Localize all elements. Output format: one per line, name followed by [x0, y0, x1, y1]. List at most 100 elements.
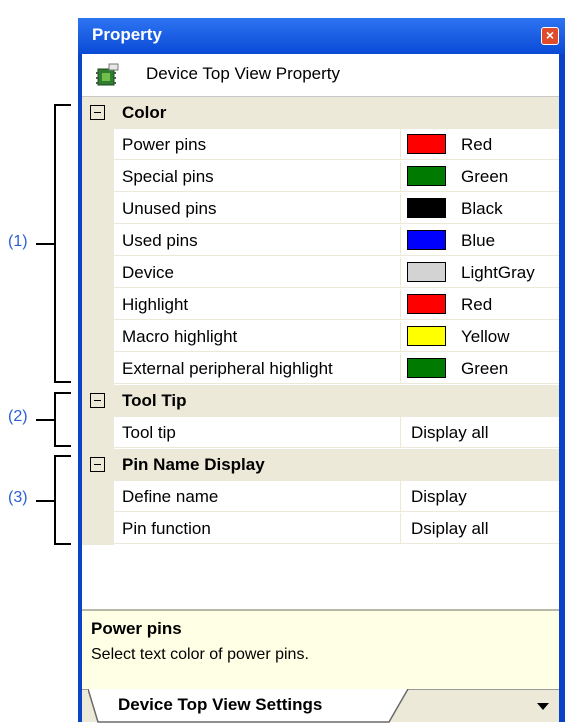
property-name: Pin function: [114, 513, 401, 544]
property-value-text: Black: [461, 199, 503, 218]
description-title: Power pins: [91, 619, 182, 638]
annotation-bracket-1: [54, 104, 56, 383]
property-value-text: Dsiplay all: [411, 519, 489, 538]
property-value[interactable]: LightGray: [401, 257, 559, 288]
property-value[interactable]: Black: [401, 193, 559, 224]
annotation-bracket-bottom-3: [54, 543, 71, 545]
row-gutter: [82, 225, 114, 257]
property-value[interactable]: Red: [401, 129, 559, 160]
row-gutter: [82, 513, 114, 545]
property-value[interactable]: Yellow: [401, 321, 559, 352]
annotation-bracket-top-1: [54, 104, 71, 106]
property-name: Unused pins: [114, 193, 401, 224]
color-swatch: [407, 262, 446, 282]
property-grid: Color Power pins Red Special pins Green: [82, 97, 559, 609]
property-value-text: Display: [411, 487, 467, 506]
property-value-text: Red: [461, 135, 493, 154]
annotation-tick-3: [36, 500, 56, 502]
property-name: External peripheral highlight: [114, 353, 401, 384]
property-row-used-pins[interactable]: Used pins Blue: [82, 225, 559, 257]
row-gutter: [82, 129, 114, 161]
window-title: Property: [92, 25, 162, 44]
category-tool-tip[interactable]: Tool Tip: [82, 385, 559, 417]
collapse-icon[interactable]: [90, 457, 105, 472]
property-row-tool-tip[interactable]: Tool tip Display all: [82, 417, 559, 449]
collapse-icon[interactable]: [90, 105, 105, 120]
property-value[interactable]: Green: [401, 161, 559, 192]
color-swatch: [407, 230, 446, 250]
property-value-text: Display all: [411, 423, 489, 442]
category-pin-name-display[interactable]: Pin Name Display: [82, 449, 559, 481]
property-row-macro-highlight[interactable]: Macro highlight Yellow: [82, 321, 559, 353]
annotation-bracket-top-3: [54, 455, 71, 457]
color-swatch: [407, 326, 446, 346]
property-row-unused-pins[interactable]: Unused pins Black: [82, 193, 559, 225]
color-swatch: [407, 358, 446, 378]
close-icon[interactable]: ×: [541, 27, 559, 45]
property-row-power-pins[interactable]: Power pins Red: [82, 129, 559, 161]
property-row-pin-function[interactable]: Pin function Dsiplay all: [82, 513, 559, 545]
category-label: Tool Tip: [122, 391, 187, 410]
property-value[interactable]: Blue: [401, 225, 559, 256]
property-value-text: Green: [461, 167, 509, 186]
property-row-external-peripheral-highlight[interactable]: External peripheral highlight Green: [82, 353, 559, 385]
property-value[interactable]: Dsiplay all: [401, 513, 559, 544]
property-name: Tool tip: [114, 417, 401, 448]
description-text: Select text color of power pins.: [91, 646, 309, 663]
category-label: Pin Name Display: [122, 455, 265, 474]
annotation-bracket-top-2: [54, 392, 71, 394]
property-row-highlight[interactable]: Highlight Red: [82, 289, 559, 321]
annotation-tick-2: [36, 419, 56, 421]
annotation-label-3: (3): [8, 489, 28, 506]
property-value-text: Red: [461, 295, 493, 314]
chevron-down-icon[interactable]: [537, 703, 549, 710]
object-header-label: Device Top View Property: [146, 64, 341, 83]
property-value[interactable]: Display all: [401, 417, 559, 448]
panel-body: Device Top View Property Color Power pin…: [82, 54, 559, 723]
property-name: Define name: [114, 481, 401, 512]
property-value-text: Yellow: [461, 327, 510, 346]
tab-bar: Device Top View Settings: [82, 689, 559, 723]
property-value[interactable]: Display: [401, 481, 559, 512]
property-name: Device: [114, 257, 401, 288]
row-gutter: [82, 193, 114, 225]
property-panel: Property × Device Top View Property Colo…: [78, 18, 565, 723]
property-name: Highlight: [114, 289, 401, 320]
property-name: Power pins: [114, 129, 401, 160]
property-value-text: LightGray: [461, 263, 535, 282]
category-color[interactable]: Color: [82, 97, 559, 129]
tab-outline: [88, 689, 409, 723]
title-bar[interactable]: Property ×: [78, 18, 565, 54]
object-header: Device Top View Property: [82, 54, 559, 97]
property-row-special-pins[interactable]: Special pins Green: [82, 161, 559, 193]
property-value[interactable]: Green: [401, 353, 559, 384]
color-swatch: [407, 134, 446, 154]
property-row-define-name[interactable]: Define name Display: [82, 481, 559, 513]
row-gutter: [82, 353, 114, 385]
property-name: Used pins: [114, 225, 401, 256]
row-gutter: [82, 481, 114, 513]
property-value-text: Green: [461, 359, 509, 378]
row-gutter: [82, 257, 114, 289]
color-swatch: [407, 294, 446, 314]
color-swatch: [407, 166, 446, 186]
annotation-bracket-bottom-1: [54, 381, 71, 383]
row-gutter: [82, 417, 114, 449]
category-label: Color: [122, 103, 167, 122]
annotation-bracket-bottom-2: [54, 445, 71, 447]
row-gutter: [82, 289, 114, 321]
property-row-device[interactable]: Device LightGray: [82, 257, 559, 289]
collapse-icon[interactable]: [90, 393, 105, 408]
annotation-label-1: (1): [8, 233, 28, 250]
annotation-bracket-3: [54, 455, 56, 545]
color-swatch: [407, 198, 446, 218]
description-pane: Power pins Select text color of power pi…: [82, 609, 559, 689]
row-gutter: [82, 161, 114, 193]
row-gutter: [82, 321, 114, 353]
property-value-text: Blue: [461, 231, 496, 250]
property-value[interactable]: Red: [401, 289, 559, 320]
annotation-tick-1: [36, 243, 56, 245]
property-name: Macro highlight: [114, 321, 401, 352]
annotation-bracket-2: [54, 392, 56, 447]
chip-icon: [96, 63, 119, 86]
